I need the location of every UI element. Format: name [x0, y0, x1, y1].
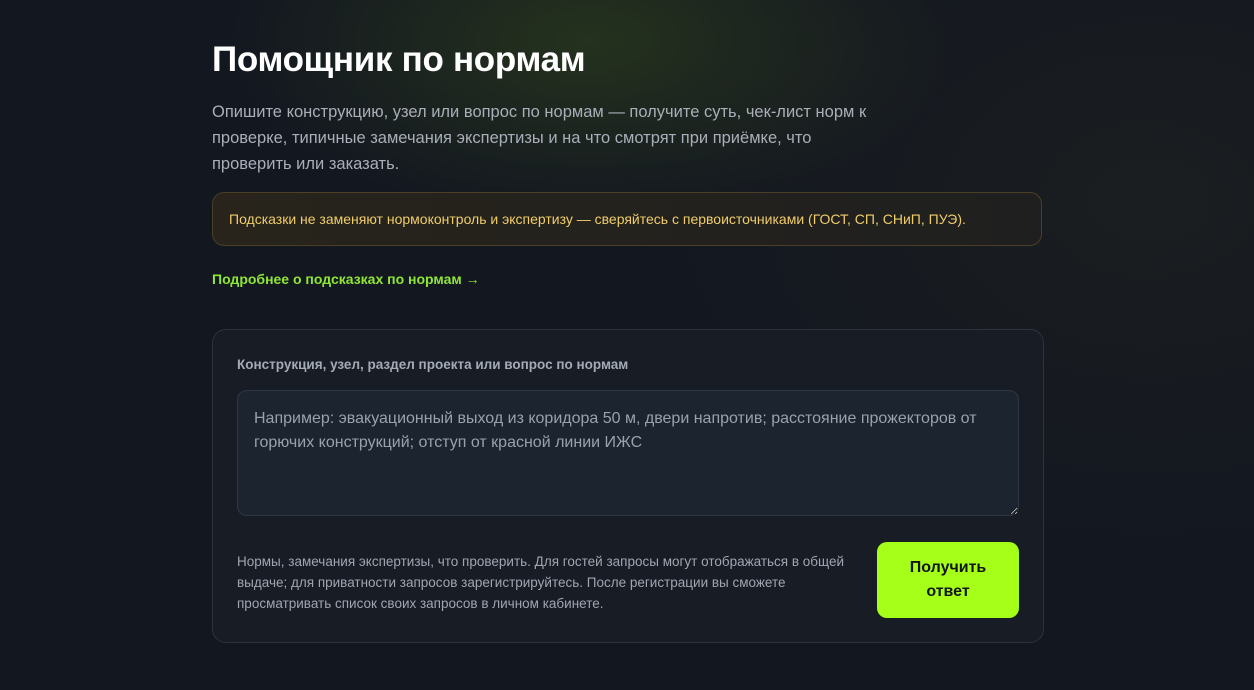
query-form-card: Конструкция, узел, раздел проекта или во…	[212, 329, 1044, 643]
get-answer-button[interactable]: Получить ответ	[877, 542, 1019, 618]
disclaimer-text: Подсказки не заменяют нормоконтроль и эк…	[229, 211, 966, 227]
query-field-label: Конструкция, узел, раздел проекта или во…	[237, 357, 629, 372]
more-about-hints-link[interactable]: Подробнее о подсказках по нормам →	[212, 271, 480, 287]
disclaimer-notice: Подсказки не заменяют нормоконтроль и эк…	[212, 192, 1042, 246]
query-textarea[interactable]	[237, 390, 1019, 516]
form-hint-text: Нормы, замечания экспертизы, что провери…	[237, 554, 845, 611]
page-subtitle: Опишите конструкцию, узел или вопрос по …	[212, 103, 867, 173]
page-title: Помощник по нормам	[212, 40, 586, 79]
